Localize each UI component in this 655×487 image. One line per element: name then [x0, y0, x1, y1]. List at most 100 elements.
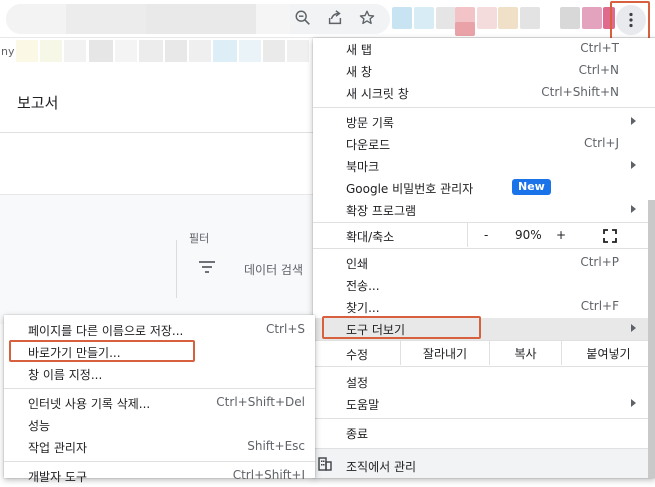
menu-item-incognito[interactable]: 새 시크릿 창 Ctrl+Shift+N	[313, 82, 655, 104]
submenu-arrow-icon	[631, 117, 636, 125]
share-icon[interactable]	[325, 8, 345, 28]
filter-panel	[0, 194, 320, 324]
extension-icon[interactable]	[603, 7, 615, 29]
extension-icon[interactable]	[560, 7, 580, 29]
menu-item-label: 북마크	[346, 160, 380, 174]
menu-item-shortcut: Ctrl+N	[578, 63, 619, 77]
extension-icon[interactable]	[392, 7, 412, 29]
building-icon	[318, 457, 332, 471]
extension-icon[interactable]	[455, 22, 475, 36]
menu-item-label: 방문 기록	[346, 116, 394, 130]
bookmark-item[interactable]	[115, 40, 137, 62]
bookmark-item[interactable]	[213, 40, 237, 62]
more-vertical-icon	[629, 12, 633, 28]
menu-item-extensions[interactable]: 확장 프로그램	[313, 199, 655, 221]
menu-item-label: 조직에서 관리	[346, 460, 417, 474]
menu-item-label: 인쇄	[346, 257, 369, 271]
chrome-main-menu: 새 탭 Ctrl+T 새 창 Ctrl+N 새 시크릿 창 Ctrl+Shift…	[313, 38, 655, 478]
menu-item-shortcut: Ctrl+P	[580, 255, 619, 269]
submenu-arrow-icon	[631, 205, 636, 213]
submenu-item-name-window[interactable]: 창 이름 지정...	[4, 363, 315, 385]
menu-separator	[4, 461, 315, 462]
scrollbar[interactable]	[648, 200, 655, 478]
menu-item-new-window[interactable]: 새 창 Ctrl+N	[313, 60, 655, 82]
menu-item-label: 확장 프로그램	[346, 204, 417, 218]
submenu-item-save-page[interactable]: 페이지를 다른 이름으로 저장... Ctrl+S	[4, 319, 315, 341]
menu-item-history[interactable]: 방문 기록	[313, 111, 655, 133]
menu-separator	[313, 366, 655, 367]
bookmark-item-partial[interactable]: ny	[1, 45, 14, 58]
menu-item-label: 새 탭	[346, 43, 372, 57]
extension-icon[interactable]	[414, 7, 434, 29]
cut-button[interactable]: 잘라내기	[400, 341, 489, 365]
menu-item-edit: 수정 잘라내기 복사 붙여넣기	[313, 341, 655, 365]
menu-item-label: 찾기...	[346, 301, 380, 315]
extension-icon[interactable]	[498, 7, 518, 29]
bookmark-item[interactable]	[16, 40, 38, 62]
bookmark-item[interactable]	[40, 40, 62, 62]
fullscreen-icon[interactable]	[603, 229, 617, 243]
filter-label: 필터	[189, 232, 210, 245]
page-title: 보고서	[17, 94, 59, 112]
zoom-out-button[interactable]: -	[484, 228, 488, 242]
menu-item-shortcut: Shift+Esc	[247, 439, 305, 453]
bookmark-item[interactable]	[263, 40, 285, 62]
copy-button[interactable]: 복사	[489, 341, 561, 365]
menu-item-help[interactable]: 도움말	[313, 393, 655, 415]
browser-toolbar	[0, 0, 655, 51]
menu-separator	[313, 248, 655, 249]
menu-item-label: 확대/축소	[346, 230, 395, 244]
menu-item-new-tab[interactable]: 새 탭 Ctrl+T	[313, 38, 655, 60]
extension-icon[interactable]	[582, 7, 602, 29]
blurred-url-segment	[256, 4, 290, 34]
divider	[0, 132, 320, 133]
zoom-in-button[interactable]: +	[556, 228, 566, 242]
menu-separator	[313, 418, 655, 419]
search-data-input[interactable]: 데이터 검색	[244, 261, 303, 278]
submenu-item-create-shortcut[interactable]: 바로가기 만들기...	[4, 341, 315, 363]
menu-item-downloads[interactable]: 다운로드 Ctrl+J	[313, 133, 655, 155]
menu-item-label: 새 시크릿 창	[346, 87, 409, 101]
more-tools-submenu: 페이지를 다른 이름으로 저장... Ctrl+S 바로가기 만들기... 창 …	[4, 315, 315, 484]
menu-item-cast[interactable]: 전송...	[313, 274, 655, 296]
menu-separator	[313, 107, 655, 108]
new-badge: New	[512, 179, 551, 195]
filter-icon[interactable]	[198, 260, 216, 274]
menu-item-exit[interactable]: 종료	[313, 422, 655, 444]
divider	[176, 240, 177, 298]
paste-button[interactable]: 붙여넣기	[561, 341, 655, 365]
bookmark-star-icon[interactable]	[357, 8, 377, 28]
bookmark-item[interactable]	[64, 40, 86, 62]
submenu-item-developer-tools[interactable]: 개발자 도구 Ctrl+Shift+I	[4, 465, 315, 487]
menu-item-label: 전송...	[346, 279, 380, 293]
menu-item-print[interactable]: 인쇄 Ctrl+P	[313, 252, 655, 274]
submenu-item-clear-browsing-data[interactable]: 인터넷 사용 기록 삭제... Ctrl+Shift+Del	[4, 392, 315, 414]
bookmark-item[interactable]	[165, 40, 187, 62]
menu-item-managed-by-organization[interactable]: 조직에서 관리	[313, 449, 655, 478]
bookmark-item[interactable]	[189, 40, 211, 62]
menu-item-label: 성능	[28, 419, 51, 433]
menu-item-more-tools[interactable]: 도구 더보기	[313, 318, 655, 340]
chrome-menu-button[interactable]	[616, 5, 646, 35]
submenu-item-performance[interactable]: 성능	[4, 414, 315, 436]
zoom-out-icon[interactable]	[293, 8, 313, 28]
menu-item-label: 도움말	[346, 398, 380, 412]
bookmark-item[interactable]	[139, 40, 163, 62]
menu-separator	[4, 388, 315, 389]
submenu-arrow-icon	[631, 161, 636, 169]
menu-item-password-manager[interactable]: Google 비밀번호 관리자 New	[313, 177, 655, 199]
bookmark-item[interactable]	[287, 40, 309, 62]
menu-item-shortcut: Ctrl+F	[580, 299, 619, 313]
submenu-item-task-manager[interactable]: 작업 관리자 Shift+Esc	[4, 436, 315, 458]
bookmark-item[interactable]	[239, 40, 261, 62]
blurred-url-segment	[146, 4, 256, 34]
menu-item-shortcut: Ctrl+T	[580, 41, 619, 55]
extension-icon[interactable]	[477, 7, 497, 29]
menu-item-label: 작업 관리자	[28, 441, 88, 455]
bookmark-item[interactable]	[89, 40, 113, 62]
menu-item-bookmarks[interactable]: 북마크	[313, 155, 655, 177]
menu-item-find[interactable]: 찾기... Ctrl+F	[313, 296, 655, 318]
extension-icon[interactable]	[520, 7, 540, 29]
menu-item-settings[interactable]: 설정	[313, 371, 655, 393]
extension-icon[interactable]	[436, 7, 456, 29]
